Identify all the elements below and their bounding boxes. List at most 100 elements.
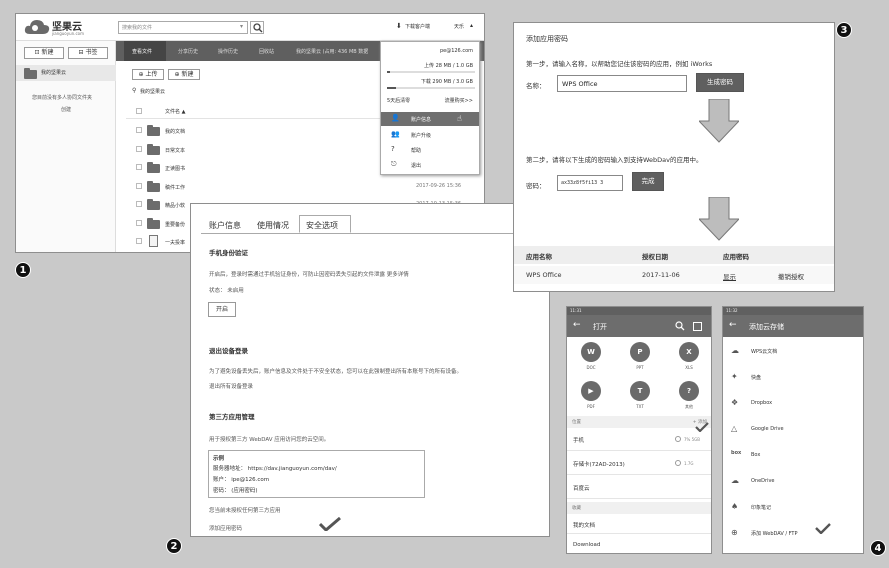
- panel-security-options: 账户信息 使用情况 安全选项 手机身份验证 开启后，登录时需通过手机验证身份，可…: [190, 203, 550, 537]
- user-dropdown: pe@126.com 上传 28 MB / 1.0 GB 下载 290 MB /…: [380, 41, 480, 175]
- download-icon[interactable]: ⬇: [396, 22, 402, 30]
- row-checkbox[interactable]: [136, 127, 142, 133]
- cloud-service-item[interactable]: ❖ Dropbox: [723, 391, 863, 415]
- search-icon[interactable]: [675, 321, 685, 331]
- top-bar: 坚果云 jianguoyun.com 搜索我的文件 ▾ ⬇ 下载客户端 天乐 ▴: [16, 14, 484, 41]
- download-client-link[interactable]: 下载客户端: [405, 23, 430, 30]
- dropdown-item-account-info[interactable]: 👤 账户信息 ☝: [381, 112, 479, 126]
- dropdown-item-help[interactable]: ? 帮助: [381, 143, 479, 157]
- file-name[interactable]: 稿件工作: [165, 184, 185, 191]
- google-drive-icon: △: [731, 424, 738, 433]
- sidebar-item-my-cloud[interactable]: 我的坚果云: [16, 65, 116, 81]
- tab-recycle-bin[interactable]: 回收站: [259, 48, 274, 55]
- file-name[interactable]: 精品小软: [165, 202, 185, 209]
- search-box[interactable]: 搜索我的文件 ▾: [118, 21, 248, 34]
- cloud-service-label: WPS云文档: [751, 349, 778, 355]
- row-checkbox[interactable]: [136, 219, 142, 226]
- wps-cloud-icon: ☁: [731, 346, 739, 355]
- cloud-service-label: Box: [751, 452, 761, 458]
- bookmark-button[interactable]: ⊟ 书签: [68, 47, 108, 59]
- breadcrumb[interactable]: 我的坚果云: [140, 88, 165, 95]
- file-type-pdf-icon[interactable]: ▶: [581, 381, 601, 401]
- dropdown-item-logout[interactable]: ⎋ 退出: [381, 158, 479, 172]
- tab-usage[interactable]: 使用情况: [257, 220, 289, 231]
- file-name[interactable]: 重要备份: [165, 221, 185, 228]
- chevron-up-icon[interactable]: ▴: [470, 22, 473, 29]
- list-item[interactable]: Download: [567, 535, 711, 553]
- checkmark-icon: [815, 523, 831, 534]
- done-button[interactable]: 完成: [632, 172, 664, 191]
- folder-icon: [147, 217, 160, 229]
- cloud-service-item[interactable]: ⊕ 添加 WebDAV / FTP: [723, 521, 863, 545]
- upload-button[interactable]: ⊕ 上传: [132, 69, 164, 80]
- new-button[interactable]: ⊡ 新建: [24, 47, 64, 59]
- enable-button[interactable]: 开启: [208, 302, 236, 317]
- file-name[interactable]: 日常文本: [165, 147, 185, 154]
- third-party-desc: 用于授权第三方 WebDAV 应用访问您的云空间。: [209, 437, 330, 443]
- cloud-service-item[interactable]: ☁ WPS云文档: [723, 339, 863, 363]
- back-arrow-icon[interactable]: ←: [729, 320, 737, 330]
- section-favorites: 收藏: [567, 502, 711, 514]
- file-name[interactable]: 我的文档: [165, 128, 185, 135]
- row-checkbox[interactable]: [136, 182, 142, 189]
- tab-security-active[interactable]: 安全选项: [299, 215, 351, 233]
- select-all-checkbox[interactable]: [136, 108, 142, 114]
- add-app-password-link[interactable]: 添加应用密码: [209, 524, 242, 532]
- file-type-其他-icon[interactable]: ?: [679, 381, 699, 401]
- user-menu[interactable]: 天乐: [454, 23, 464, 30]
- location-pin-icon: ⚲: [132, 87, 137, 94]
- row-checkbox[interactable]: [136, 238, 142, 244]
- cloud-service-item[interactable]: △ Google Drive: [723, 417, 863, 441]
- third-party-title: 第三方应用管理: [209, 413, 255, 421]
- row-checkbox[interactable]: [136, 145, 142, 152]
- badge-3: 3: [836, 22, 852, 38]
- example-password: 密码： (应用密码): [213, 488, 258, 494]
- search-input[interactable]: 搜索我的文件: [122, 24, 152, 31]
- list-item[interactable]: 存储卡(72AD-2013) 1.7G: [567, 452, 711, 475]
- row-checkbox[interactable]: [136, 201, 142, 207]
- dropdown-item-upgrade[interactable]: 👥 账户升级: [381, 128, 479, 142]
- search-button[interactable]: [250, 21, 264, 34]
- app-name-cell: WPS Office: [526, 271, 562, 279]
- folder-icon: [147, 180, 160, 192]
- tab-account-info[interactable]: 账户信息: [209, 220, 241, 231]
- document-icon: [149, 235, 158, 247]
- file-name[interactable]: 一夫投率: [165, 239, 185, 246]
- buy-traffic-link[interactable]: 流量购买>>: [445, 97, 473, 104]
- sidebar-empty-text: 您目前没有多人协同文件夹: [32, 95, 93, 101]
- tab-view-files[interactable]: 查看文件: [124, 41, 166, 61]
- list-item[interactable]: 我的文档: [567, 514, 711, 534]
- sidebar-create-link[interactable]: 创建: [61, 106, 71, 113]
- file-type-label: 其他: [685, 404, 693, 409]
- phone-verify-title: 手机身份验证: [209, 249, 248, 257]
- list-item[interactable]: 百度云: [567, 476, 711, 499]
- file-type-ppt-icon[interactable]: P: [630, 342, 650, 362]
- tab-operation-history[interactable]: 操作历史: [218, 48, 238, 55]
- file-type-doc-icon[interactable]: W: [581, 342, 601, 362]
- cloud-service-item[interactable]: ☁ OneDrive: [723, 469, 863, 493]
- storage-size: 1.7G: [684, 461, 694, 466]
- multi-window-icon[interactable]: [693, 322, 702, 331]
- show-password-link[interactable]: 显示: [723, 271, 736, 281]
- cloud-service-item[interactable]: box Box: [723, 443, 863, 467]
- chevron-down-icon[interactable]: ▾: [240, 23, 243, 30]
- revoke-link[interactable]: 撤销授权: [778, 271, 804, 281]
- usage-ring-icon: [675, 460, 681, 466]
- tab-share-history[interactable]: 分享历史: [178, 48, 198, 55]
- column-header-name[interactable]: 文件名 ▲: [165, 108, 185, 115]
- password-field[interactable]: ax33z8f5fi13 3: [557, 175, 623, 191]
- file-type-txt-icon[interactable]: T: [630, 381, 650, 401]
- logout-all-link[interactable]: 退出所有设备登录: [209, 382, 253, 390]
- file-name[interactable]: 正读图书: [165, 165, 185, 172]
- row-checkbox[interactable]: [136, 164, 142, 170]
- create-button[interactable]: ⊕ 新建: [168, 69, 200, 80]
- cloud-service-item[interactable]: ✦ 快盘: [723, 365, 863, 389]
- list-item[interactable]: 手机 7% 5GB: [567, 428, 711, 451]
- file-type-xls-icon[interactable]: X: [679, 342, 699, 362]
- name-input[interactable]: WPS Office: [557, 75, 687, 92]
- back-arrow-icon[interactable]: ←: [573, 320, 581, 330]
- onedrive-icon: ☁: [731, 476, 739, 485]
- add-icon: ⊕: [731, 528, 738, 537]
- cloud-service-item[interactable]: ♠ 印象笔记: [723, 495, 863, 519]
- generate-password-button[interactable]: 生成密码: [696, 73, 744, 92]
